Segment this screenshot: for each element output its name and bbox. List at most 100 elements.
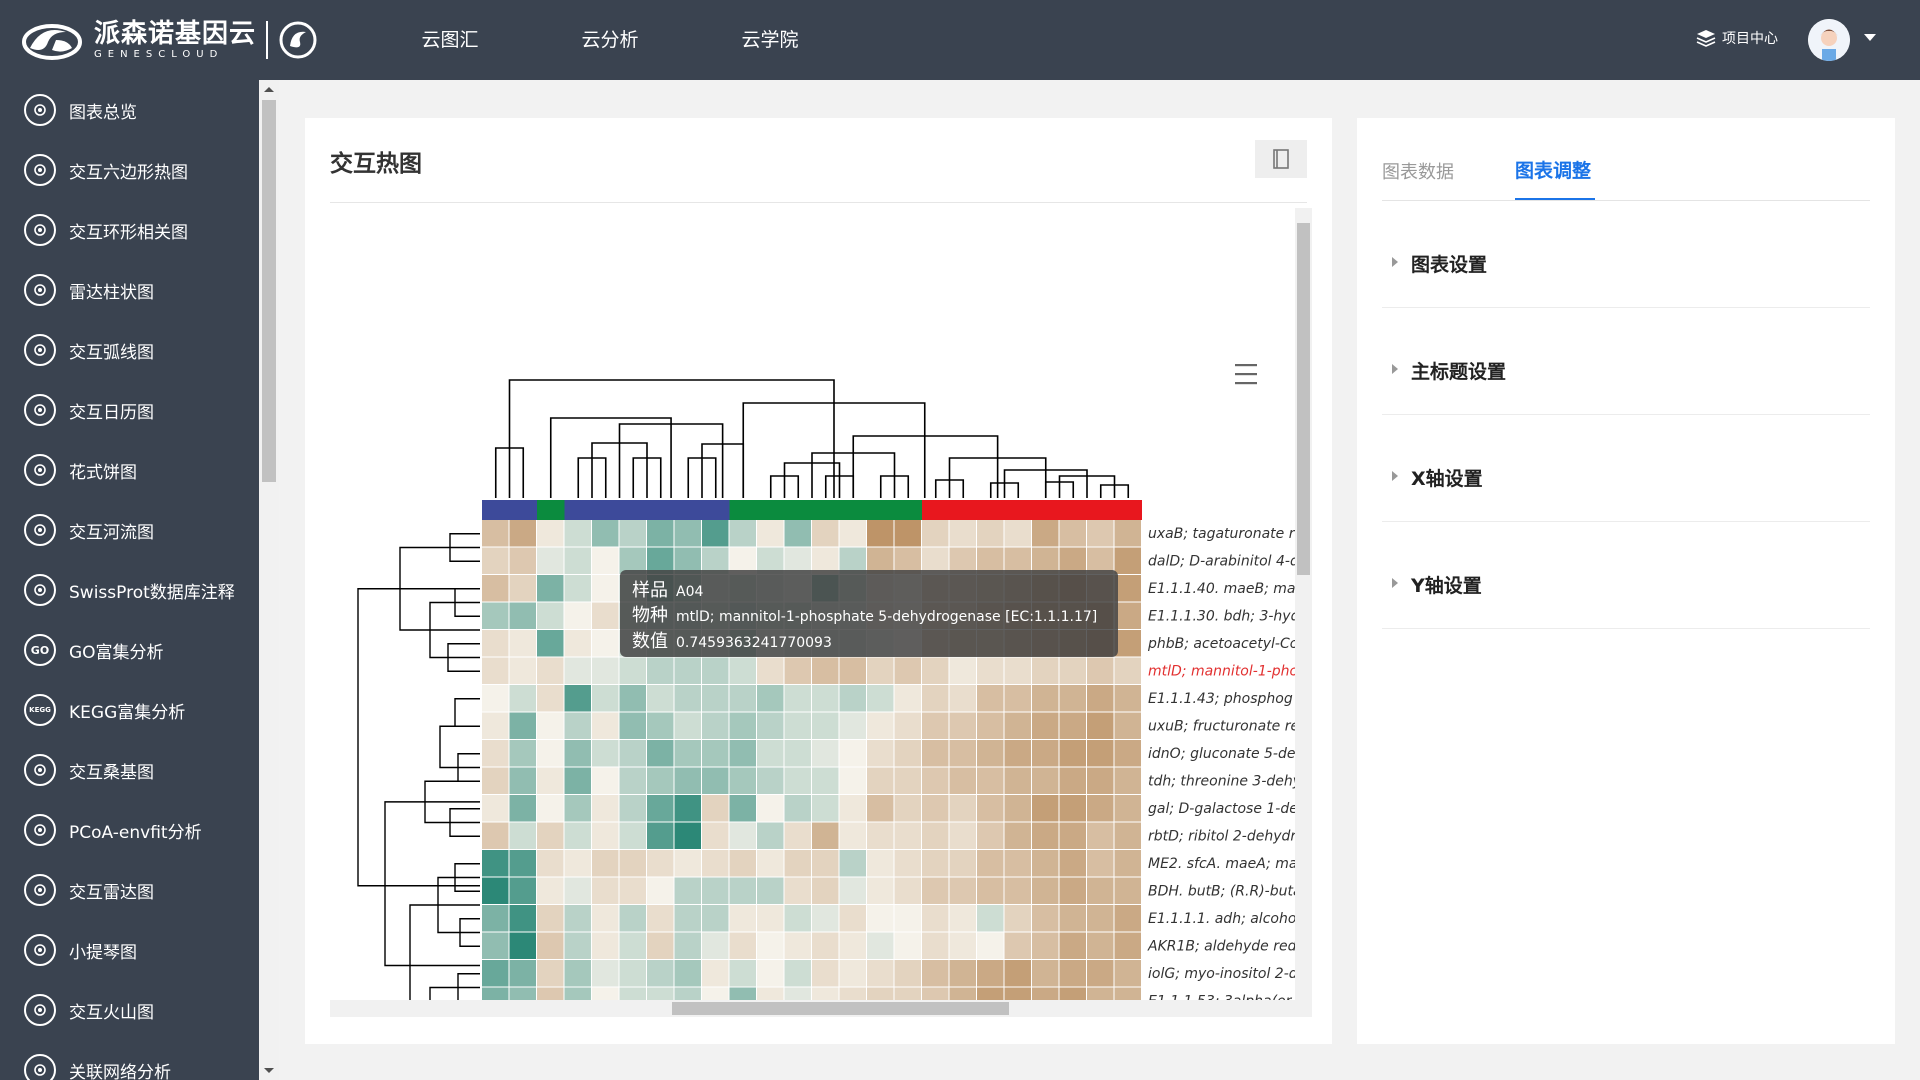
heatmap-cell (592, 657, 619, 684)
sidebar: 图表总览交互六边形热图 交互环形相关图 雷达柱状图 交互弧线图 交互日历图 花式饼图 交互河… (0, 80, 259, 1080)
sidebar-item[interactable]: 交互火山图 (0, 980, 259, 1040)
section-y-axis-settings[interactable]: Y轴设置 (1382, 521, 1870, 629)
sidebar-scroll-down-icon[interactable] (264, 1068, 274, 1073)
sidebar-item[interactable]: 交互日历图 (0, 380, 259, 440)
tooltip-value-label: 数值 (632, 631, 668, 652)
heatmap-cell (1114, 767, 1141, 794)
heatmap-cell (757, 905, 784, 932)
nav-item-yunfenxi[interactable]: 云分析 (530, 0, 690, 80)
heatmap-cell (812, 795, 839, 822)
sidebar-scrollbar-thumb[interactable] (262, 100, 276, 482)
heatmap-cell (619, 932, 646, 959)
section-x-axis-settings[interactable]: X轴设置 (1382, 414, 1870, 522)
heatmap-cell (812, 850, 839, 877)
sidebar-item[interactable]: 交互桑基图 (0, 740, 259, 800)
heatmap-cell (812, 767, 839, 794)
nav-item-yunxueyuan[interactable]: 云学院 (690, 0, 850, 80)
heatmap-cell (922, 712, 949, 739)
project-center-link[interactable]: 项目中心 (1696, 28, 1778, 48)
heatmap-cell (1114, 575, 1141, 602)
sidebar-item[interactable]: 关联网络分析 (0, 1040, 259, 1080)
chart-horizontal-scrollbar-thumb[interactable] (672, 1002, 1009, 1015)
heatmap-cell (839, 932, 866, 959)
heatmap-cell (729, 960, 756, 987)
chart-vertical-scrollbar-thumb[interactable] (1297, 223, 1310, 575)
heatmap-cell (647, 712, 674, 739)
heatmap-cell (647, 960, 674, 987)
heatmap-cell (839, 877, 866, 904)
chart-menu-icon (1235, 364, 1257, 367)
heatmap-cell (1087, 877, 1114, 904)
row-label: dalD; D-arabinitol 4-d (1148, 554, 1295, 570)
heatmap-cell (1004, 932, 1031, 959)
heatmap-cell (509, 575, 536, 602)
sidebar-item[interactable]: SwissProt数据库注释 (0, 560, 259, 620)
heatmap-cell (1087, 767, 1114, 794)
settings-panel: 图表数据 图表调整 图表设置 主标题设置 X轴设置 Y轴设置 (1357, 118, 1895, 1044)
group-color-bar (922, 500, 1142, 520)
heatmap-cell (812, 657, 839, 684)
streamgraph-icon (24, 514, 56, 546)
heatmap-cell (647, 987, 674, 1000)
heatmap-cell (674, 850, 701, 877)
heatmap-cell (757, 685, 784, 712)
heatmap-cell (757, 987, 784, 1000)
heatmap-cell (482, 987, 509, 1000)
sidebar-item[interactable]: 交互弧线图 (0, 320, 259, 380)
heatmap-cell (647, 932, 674, 959)
sidebar-item-label: 交互火山图 (69, 1002, 154, 1023)
radar-icon (24, 874, 56, 906)
tab-chart-adjust[interactable]: 图表调整 (1515, 156, 1591, 183)
sidebar-item[interactable]: 花式饼图 (0, 440, 259, 500)
circular-correlation-icon (24, 214, 56, 246)
sidebar-item[interactable]: GO GO富集分析 (0, 620, 259, 680)
sidebar-item[interactable]: 交互河流图 (0, 500, 259, 560)
heatmap-cell (537, 877, 564, 904)
heatmap-cell (674, 905, 701, 932)
heatmap-cell (702, 740, 729, 767)
notebook-button[interactable] (1255, 140, 1307, 178)
tab-chart-data[interactable]: 图表数据 (1382, 158, 1454, 184)
section-main-title-settings[interactable]: 主标题设置 (1382, 307, 1870, 415)
group-color-bar (729, 500, 922, 520)
row-label: E1.1.1.43; phosphog (1148, 691, 1293, 707)
heatmap-cell (619, 822, 646, 849)
heatmap-cell (1087, 740, 1114, 767)
sidebar-item[interactable]: 图表总览 (0, 80, 259, 140)
heatmap-cell (894, 740, 921, 767)
heatmap-cell (537, 602, 564, 629)
sidebar-item[interactable]: 交互六边形热图 (0, 140, 259, 200)
sidebar-scroll-up-icon[interactable] (264, 87, 274, 92)
heatmap-cell (647, 850, 674, 877)
genescloud-logo[interactable]: 派森诺基因云 GENESCLOUD (22, 18, 318, 62)
row-label: AKR1B; aldehyde red (1147, 939, 1295, 955)
heatmap-cell (509, 932, 536, 959)
sidebar-item[interactable]: 雷达柱状图 (0, 260, 259, 320)
heatmap-cell (1059, 932, 1086, 959)
row-label: idnO; gluconate 5-de (1148, 746, 1295, 762)
heatmap-cell (757, 850, 784, 877)
heatmap-cell (1087, 795, 1114, 822)
heatmap-cell (1032, 657, 1059, 684)
sidebar-item-label: 关联网络分析 (69, 1062, 171, 1080)
sidebar-item[interactable]: KEGG KEGG富集分析 (0, 680, 259, 740)
sidebar-item[interactable]: 小提琴图 (0, 920, 259, 980)
nav-item-yuntuhui[interactable]: 云图汇 (370, 0, 530, 80)
sidebar-item[interactable]: 交互环形相关图 (0, 200, 259, 260)
section-chart-settings[interactable]: 图表设置 (1382, 200, 1870, 308)
heatmap-cell (839, 905, 866, 932)
sidebar-item[interactable]: PCoA-envfit分析 (0, 800, 259, 860)
heatmap-cell (867, 657, 894, 684)
heatmap-cell (482, 685, 509, 712)
project-center-label: 项目中心 (1722, 31, 1778, 47)
chart-menu-icon (1235, 382, 1257, 385)
sidebar-item-label: 图表总览 (69, 102, 137, 123)
heatmap-cell (1059, 987, 1086, 1000)
row-label: ME2. sfcA. maeA; ma (1148, 856, 1295, 872)
sidebar-item[interactable]: 交互雷达图 (0, 860, 259, 920)
heatmap-cell (647, 822, 674, 849)
heatmap-cell (537, 960, 564, 987)
heatmap-cell (757, 960, 784, 987)
user-menu-caret-icon[interactable] (1864, 34, 1876, 41)
user-avatar[interactable] (1808, 19, 1850, 61)
